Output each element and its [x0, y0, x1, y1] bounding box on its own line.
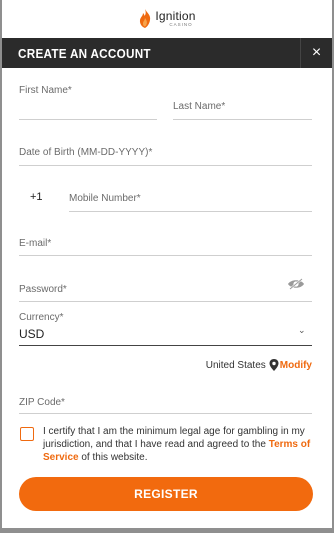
mobile-field[interactable]: [69, 186, 312, 212]
email-field[interactable]: [19, 230, 312, 256]
password-field[interactable]: [19, 276, 312, 302]
first-name-label: First Name*: [19, 85, 72, 96]
terms-post: of this website.: [78, 452, 148, 463]
modify-link[interactable]: Modify: [280, 360, 312, 371]
eye-slash-icon[interactable]: [287, 278, 305, 290]
dob-field[interactable]: [19, 140, 312, 166]
last-name-field[interactable]: [173, 96, 312, 120]
modal-header: CREATE AN ACCOUNT ×: [2, 38, 332, 68]
register-label: REGISTER: [134, 487, 198, 501]
top-bar: Ignition CASINO: [2, 0, 332, 38]
map-pin-icon: [269, 359, 279, 371]
register-button[interactable]: REGISTER: [19, 477, 313, 511]
brand-logo: Ignition CASINO: [138, 9, 195, 29]
location-row: United States Modify: [206, 359, 312, 371]
bottom-edge: [0, 528, 334, 533]
close-icon: ×: [311, 44, 322, 61]
terms-checkbox[interactable]: [20, 427, 34, 441]
brand-sub: CASINO: [169, 22, 193, 28]
flame-icon: [140, 9, 151, 28]
brand-name: Ignition: [155, 9, 196, 24]
zip-field[interactable]: [19, 388, 312, 414]
terms-pre: I certify that I am the minimum legal ag…: [43, 426, 305, 450]
terms-text: I certify that I am the minimum legal ag…: [43, 425, 315, 464]
currency-select[interactable]: [19, 322, 312, 346]
close-button[interactable]: ×: [300, 38, 332, 68]
first-name-field[interactable]: [19, 96, 157, 120]
country-code[interactable]: +1: [30, 191, 43, 203]
page-title: CREATE AN ACCOUNT: [18, 45, 151, 61]
location-text: United States: [205, 359, 266, 371]
